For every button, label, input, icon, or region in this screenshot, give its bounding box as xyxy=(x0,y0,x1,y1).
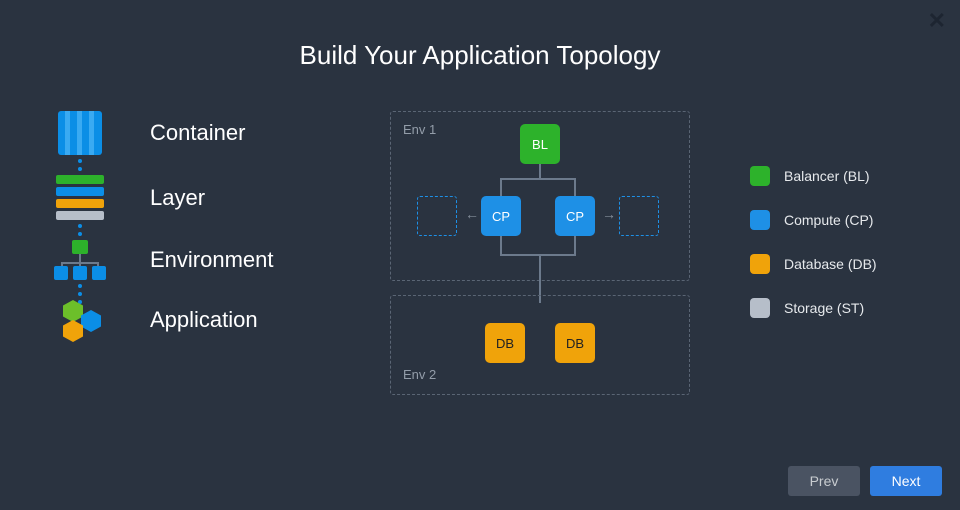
legend-balancer: Balancer (BL) xyxy=(750,166,930,186)
database-node[interactable]: DB xyxy=(555,323,595,363)
env2-label: Env 2 xyxy=(403,367,436,382)
legend-label: Storage (ST) xyxy=(784,300,864,316)
hierarchy-label: Application xyxy=(150,307,258,333)
hierarchy-container: Container xyxy=(50,111,350,155)
legend-database: Database (DB) xyxy=(750,254,930,274)
environment-icon xyxy=(50,240,110,280)
footer-buttons: Prev Next xyxy=(788,466,942,496)
legend-swatch xyxy=(750,254,770,274)
close-icon[interactable]: ✕ xyxy=(928,10,946,32)
layer-icon xyxy=(50,175,110,220)
env2-box: Env 2 DB DB xyxy=(390,295,690,395)
prev-button[interactable]: Prev xyxy=(788,466,860,496)
legend-compute: Compute (CP) xyxy=(750,210,930,230)
hierarchy-layer: Layer xyxy=(50,175,350,220)
main-content: Container Layer xyxy=(0,71,960,395)
legend: Balancer (BL) Compute (CP) Database (DB)… xyxy=(750,166,930,395)
legend-storage: Storage (ST) xyxy=(750,298,930,318)
legend-swatch xyxy=(750,298,770,318)
legend-label: Balancer (BL) xyxy=(784,168,870,184)
env1-label: Env 1 xyxy=(403,122,436,137)
hierarchy-environment: Environment xyxy=(50,240,350,280)
legend-swatch xyxy=(750,166,770,186)
compute-node[interactable]: CP xyxy=(555,196,595,236)
env1-box: Env 1 BL ← CP CP → xyxy=(390,111,690,281)
topology-diagram: Env 1 BL ← CP CP → Env 2 DB DB xyxy=(390,111,690,395)
balancer-node[interactable]: BL xyxy=(520,124,560,164)
arrow-right-icon: → xyxy=(602,206,616,222)
legend-label: Compute (CP) xyxy=(784,212,873,228)
legend-label: Database (DB) xyxy=(784,256,877,272)
hierarchy-label: Layer xyxy=(150,185,205,211)
hierarchy-application: Application xyxy=(50,300,350,340)
hierarchy-list: Container Layer xyxy=(50,111,350,395)
hierarchy-label: Container xyxy=(150,120,245,146)
arrow-left-icon: ← xyxy=(465,206,479,222)
compute-node[interactable]: CP xyxy=(481,196,521,236)
database-node[interactable]: DB xyxy=(485,323,525,363)
scale-slot-right[interactable] xyxy=(619,196,659,236)
application-icon xyxy=(50,300,110,340)
container-icon xyxy=(50,111,110,155)
next-button[interactable]: Next xyxy=(870,466,942,496)
page-title: Build Your Application Topology xyxy=(0,0,960,71)
legend-swatch xyxy=(750,210,770,230)
hierarchy-label: Environment xyxy=(150,247,274,273)
scale-slot-left[interactable] xyxy=(417,196,457,236)
